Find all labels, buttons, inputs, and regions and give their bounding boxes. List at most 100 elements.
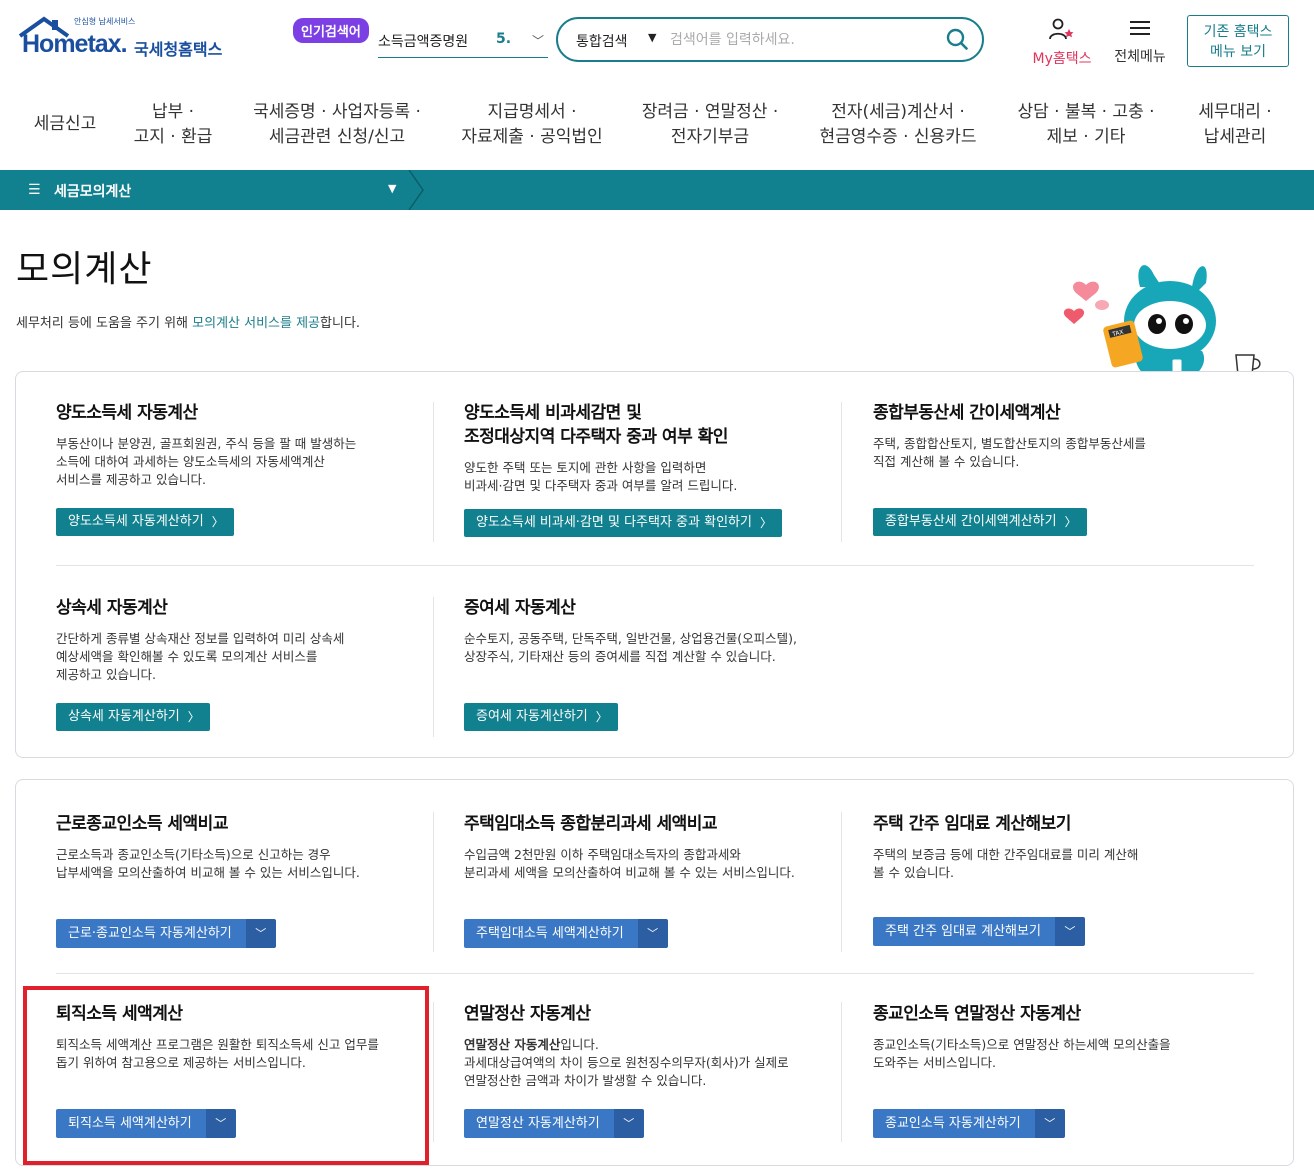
card-desc: 수입금액 2천만원 이하 주택임대소득자의 종합과세와 분리과세 세액을 모의산… <box>464 847 795 880</box>
chevron-right-icon: 〉 <box>759 516 772 530</box>
button-label: 종합부동산세 간이세액계산하기 <box>885 514 1057 529</box>
card-desc: 부동산이나 분양권, 골프회원권, 주식 등을 팔 때 발생하는 소득에 대하여… <box>56 436 357 487</box>
labor-religious-calc-button[interactable]: 근로·종교인소득 자동계산하기 ﹀ <box>56 919 276 948</box>
my-hometax-button[interactable]: My홈택스 <box>1026 18 1098 68</box>
card-title: 연말정산 자동계산 <box>464 1004 591 1024</box>
card-desc-after-bold: 입니다. <box>560 1037 599 1052</box>
chevron-right-icon: 〉 <box>1064 515 1077 529</box>
transfer-tax-calc-button[interactable]: 양도소득세 자동계산하기 〉 <box>56 508 234 536</box>
card-title: 주택임대소득 종합분리과세 세액비교 <box>464 814 718 834</box>
card-title: 주택 간주 임대료 계산해보기 <box>873 814 1071 834</box>
search-input[interactable] <box>670 27 930 53</box>
breadcrumb-menu[interactable]: ☰ 세금모의계산 ▼ <box>0 170 410 210</box>
card-housing-rental: 주택임대소득 종합분리과세 세액비교 수입금액 2천만원 이하 주택임대소득자의… <box>464 812 844 882</box>
card-desc: 종교인소득(기타소득)으로 연말정산 하는세액 모의산출을 도와주는 서비스입니… <box>873 1037 1171 1070</box>
button-label: 근로·종교인소득 자동계산하기 <box>56 919 246 948</box>
card-title: 양도소득세 자동계산 <box>56 403 198 423</box>
card-desc-bold: 연말정산 자동계산 <box>464 1037 561 1052</box>
button-label: 주택 간주 임대료 계산해보기 <box>873 917 1055 946</box>
card-desc: 간단하게 종류별 상속재산 정보를 입력하여 미리 상속세 예상세액을 확인해볼… <box>56 631 345 682</box>
divider <box>56 973 1254 974</box>
breadcrumb-separator <box>408 170 424 210</box>
card-year-end-settlement: 연말정산 자동계산 연말정산 자동계산입니다. 과세대상급여액의 차이 등으로 … <box>464 1002 834 1090</box>
religious-settlement-calc-button[interactable]: 종교인소득 자동계산하기 ﹀ <box>873 1109 1065 1138</box>
page-title: 모의계산 <box>16 249 153 290</box>
button-label: 양도소득세 비과세·감면 및 다주택자 중과 확인하기 <box>476 515 752 530</box>
logo-korean-text: 국세청홈택스 <box>134 40 223 59</box>
deemed-rent-calc-button[interactable]: 주택 간주 임대료 계산해보기 ﹀ <box>873 917 1085 946</box>
card-title: 증여세 자동계산 <box>464 598 576 618</box>
card-transfer-tax: 양도소득세 자동계산 부동산이나 분양권, 골프회원권, 주식 등을 팔 때 발… <box>56 401 436 489</box>
card-comprehensive-real-estate: 종합부동산세 간이세액계산 주택, 종합합산토지, 별도합산토지의 종합부동산세… <box>873 401 1253 471</box>
card-desc-lead: 연말정산 자동계산입니다. <box>464 1036 834 1054</box>
button-label: 양도소득세 자동계산하기 <box>68 514 204 529</box>
chevron-down-icon: ﹀ <box>531 34 544 48</box>
old-menu-button[interactable]: 기존 홈택스 메뉴 보기 <box>1187 15 1289 67</box>
chevron-right-icon: 〉 <box>595 710 608 724</box>
popular-search-dropdown[interactable]: 소득금액증명원 5. ﹀ <box>378 24 548 58</box>
card-labor-religious: 근로종교인소득 세액비교 근로소득과 종교인소득(기타소득)으로 신고하는 경우… <box>56 812 436 882</box>
nav-item-tax-agent[interactable]: 세무대리 · 납세관리 <box>1180 100 1290 150</box>
card-desc: 주택, 종합합산토지, 별도합산토지의 종합부동산세를 직접 계산해 볼 수 있… <box>873 436 1146 469</box>
button-label: 상속세 자동계산하기 <box>68 709 180 724</box>
transfer-exemption-check-button[interactable]: 양도소득세 비과세·감면 및 다주택자 중과 확인하기 〉 <box>464 509 782 537</box>
card-title: 종합부동산세 간이세액계산 <box>873 403 1061 423</box>
card-religious-settlement: 종교인소득 연말정산 자동계산 종교인소득(기타소득)으로 연말정산 하는세액 … <box>873 1002 1253 1072</box>
popular-term: 소득금액증명원 <box>378 34 469 50</box>
page-subtitle: 세무처리 등에 도움을 주기 위해 모의계산 서비스를 제공합니다. <box>16 312 360 331</box>
nav-item-payment[interactable]: 납부 · 고지 · 환급 <box>118 100 228 150</box>
chevron-down-icon[interactable]: ﹀ <box>613 1109 644 1138</box>
hometax-logo[interactable]: 안심형 납세서비스 Hometax. 국세청홈택스 <box>16 14 231 70</box>
comprehensive-real-estate-calc-button[interactable]: 종합부동산세 간이세액계산하기 〉 <box>873 508 1087 536</box>
mascot-illustration: TAX <box>1063 265 1261 383</box>
chevron-down-icon[interactable]: ﹀ <box>637 919 668 948</box>
hamburger-menu-icon <box>1130 21 1150 35</box>
divider <box>433 1002 434 1142</box>
logo-tagline: 안심형 납세서비스 <box>74 17 136 26</box>
search-icon[interactable] <box>946 28 968 50</box>
search-scope-select[interactable]: 통합검색 <box>576 31 628 51</box>
chevron-down-icon[interactable]: ﹀ <box>245 919 276 948</box>
divider <box>56 565 1254 566</box>
user-icon <box>1049 18 1074 40</box>
gift-tax-calc-button[interactable]: 증여세 자동계산하기 〉 <box>464 703 618 731</box>
hamburger-menu-icon: ☰ <box>28 182 41 198</box>
chevron-down-icon[interactable]: ﹀ <box>1054 917 1085 946</box>
card-title: 종교인소득 연말정산 자동계산 <box>873 1004 1081 1024</box>
button-label: 주택임대소득 세액계산하기 <box>464 919 638 948</box>
button-label: 종교인소득 자동계산하기 <box>873 1109 1035 1138</box>
subtitle-highlight: 모의계산 서비스를 제공 <box>192 316 321 331</box>
card-desc: 양도한 주택 또는 토지에 관한 사항을 입력하면 비과세·감면 및 다주택자 … <box>464 460 738 493</box>
card-title: 양도소득세 비과세감면 및 조정대상지역 다주택자 중과 여부 확인 <box>464 403 728 447</box>
card-desc: 과세대상급여액의 차이 등으로 원천징수의무자(회사)가 실제로 연말정산한 금… <box>464 1055 789 1088</box>
inheritance-tax-calc-button[interactable]: 상속세 자동계산하기 〉 <box>56 703 210 731</box>
nav-item-e-invoice[interactable]: 전자(세금)계산서 · 현금영수증 · 신용카드 <box>806 100 990 150</box>
chevron-right-icon: 〉 <box>211 515 224 529</box>
button-label: 증여세 자동계산하기 <box>476 709 588 724</box>
card-desc: 순수토지, 공동주택, 단독주택, 일반건물, 상업용건물(오피스텔), 상장주… <box>464 631 798 664</box>
logo-wordmark: Hometax. <box>22 30 128 58</box>
nav-item-incentive[interactable]: 장려금 · 연말정산 · 전자기부금 <box>628 100 792 150</box>
popular-search-badge: 인기검색어 <box>293 18 369 43</box>
search-box: 통합검색 ▼ <box>556 17 984 62</box>
year-end-settlement-calc-button[interactable]: 연말정산 자동계산하기 ﹀ <box>464 1109 644 1138</box>
chevron-down-icon[interactable]: ﹀ <box>1034 1109 1065 1138</box>
panel-property-tax: 양도소득세 자동계산 부동산이나 분양권, 골프회원권, 주식 등을 팔 때 발… <box>15 371 1294 758</box>
card-transfer-exemption: 양도소득세 비과세감면 및 조정대상지역 다주택자 중과 여부 확인 양도한 주… <box>464 401 844 495</box>
nav-item-certificate[interactable]: 국세증명 · 사업자등록 · 세금관련 신청/신고 <box>240 100 434 150</box>
nav-item-consulting[interactable]: 상담 · 불복 · 고충 · 제보 · 기타 <box>1004 100 1168 150</box>
nav-item-tax-report[interactable]: 세금신고 <box>22 112 108 137</box>
breadcrumb-label: 세금모의계산 <box>54 184 132 200</box>
card-title: 상속세 자동계산 <box>56 598 168 618</box>
all-menu-button[interactable]: 전체메뉴 <box>1108 18 1172 66</box>
old-menu-label: 기존 홈택스 메뉴 보기 <box>1203 24 1273 60</box>
card-desc: 주택의 보증금 등에 대한 간주임대료를 미리 계산해 볼 수 있습니다. <box>873 847 1139 880</box>
chevron-down-icon: ▼ <box>388 182 397 195</box>
highlight-box <box>23 986 429 1165</box>
subtitle-text: 세무처리 등에 도움을 주기 위해 <box>16 316 193 331</box>
housing-rental-calc-button[interactable]: 주택임대소득 세액계산하기 ﹀ <box>464 919 668 948</box>
card-deemed-rent: 주택 간주 임대료 계산해보기 주택의 보증금 등에 대한 간주임대료를 미리 … <box>873 812 1253 882</box>
all-menu-label: 전체메뉴 <box>1114 49 1166 65</box>
button-label: 연말정산 자동계산하기 <box>464 1109 614 1138</box>
nav-item-statement[interactable]: 지급명세서 · 자료제출 · 공익법인 <box>450 100 614 150</box>
